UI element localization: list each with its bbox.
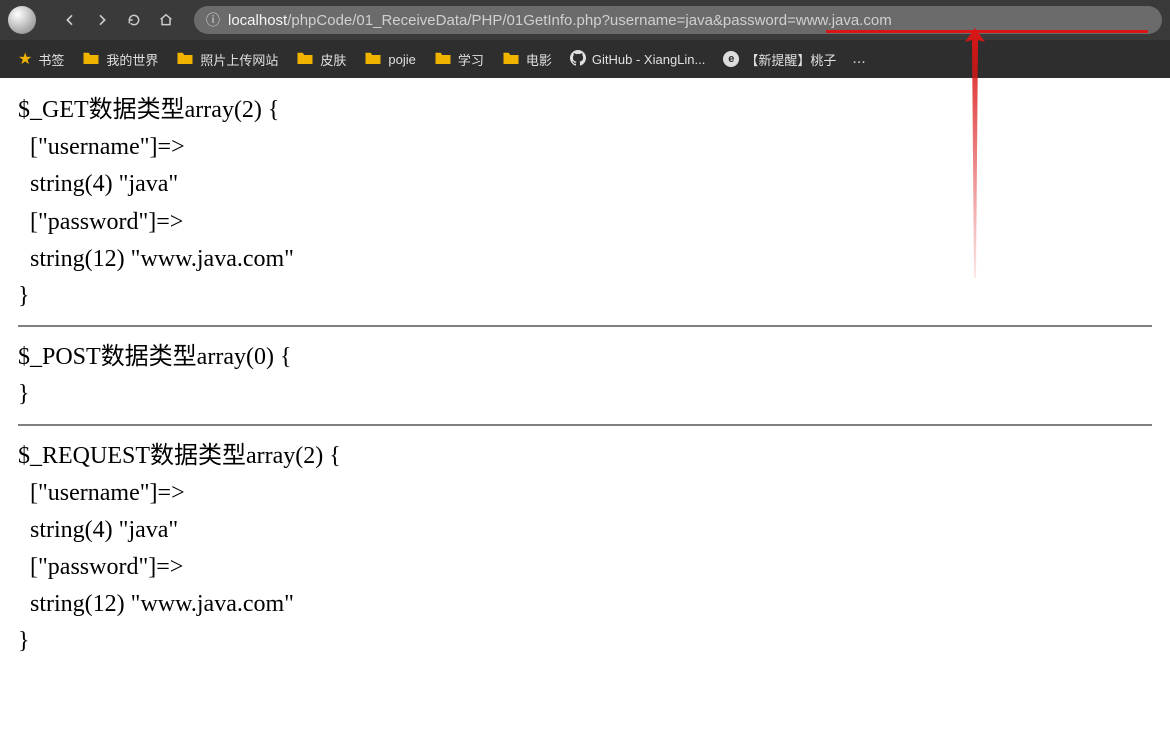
github-icon <box>570 50 586 69</box>
folder-icon <box>176 50 194 69</box>
bookmark-label: 书签 <box>38 50 64 69</box>
divider <box>18 325 1152 327</box>
bookmark-label: 学习 <box>458 50 484 69</box>
bookmark-label: 照片上传网站 <box>200 50 278 69</box>
post-dump: $_POST数据类型array(0) { } <box>18 339 1152 413</box>
page-content: $_GET数据类型array(2) { ["username"]=> strin… <box>0 78 1170 681</box>
site-info-icon[interactable]: ⓘ <box>206 10 220 30</box>
reload-button[interactable] <box>124 10 144 30</box>
forward-button[interactable] <box>92 10 112 30</box>
back-button[interactable] <box>60 10 80 30</box>
nav-buttons <box>60 10 176 30</box>
bookmarks-overflow[interactable]: ... <box>846 50 871 68</box>
profile-avatar[interactable] <box>8 6 36 34</box>
folder-icon <box>296 50 314 69</box>
bookmark-label: pojie <box>388 52 415 67</box>
folder-icon <box>364 50 382 69</box>
bookmark-item-photos[interactable]: 照片上传网站 <box>168 46 286 73</box>
bookmark-item-pojie[interactable]: pojie <box>356 46 423 73</box>
bookmark-item-github[interactable]: GitHub - XiangLin... <box>562 46 713 73</box>
divider <box>18 424 1152 426</box>
home-button[interactable] <box>156 10 176 30</box>
request-dump: $_REQUEST数据类型array(2) { ["username"]=> s… <box>18 438 1152 661</box>
url-text: localhost/phpCode/01_ReceiveData/PHP/01G… <box>228 12 892 29</box>
bookmarks-bar: ★ 书签 我的世界 照片上传网站 皮肤 pojie 学习 电影 GitHub -… <box>0 40 1170 78</box>
bookmark-item-movies[interactable]: 电影 <box>494 46 560 73</box>
star-icon: ★ <box>18 49 32 69</box>
folder-icon <box>434 50 452 69</box>
bookmark-label: GitHub - XiangLin... <box>592 52 705 67</box>
bookmark-label: 电影 <box>526 50 552 69</box>
folder-icon <box>502 50 520 69</box>
bookmark-item-study[interactable]: 学习 <box>426 46 492 73</box>
bookmark-item-bookmarks[interactable]: ★ 书签 <box>10 45 72 73</box>
bookmark-item-notify[interactable]: e 【新提醒】桃子 <box>715 46 844 73</box>
bookmark-item-myworld[interactable]: 我的世界 <box>74 46 166 73</box>
annotation-underline <box>826 30 1148 33</box>
bookmark-label: 【新提醒】桃子 <box>745 50 836 69</box>
address-bar[interactable]: ⓘ localhost/phpCode/01_ReceiveData/PHP/0… <box>194 6 1162 34</box>
bookmark-item-skins[interactable]: 皮肤 <box>288 46 354 73</box>
get-dump: $_GET数据类型array(2) { ["username"]=> strin… <box>18 92 1152 315</box>
browser-toolbar: ⓘ localhost/phpCode/01_ReceiveData/PHP/0… <box>0 0 1170 40</box>
folder-icon <box>82 50 100 69</box>
bookmark-label: 皮肤 <box>320 50 346 69</box>
e-icon: e <box>723 51 739 67</box>
bookmark-label: 我的世界 <box>106 50 158 69</box>
